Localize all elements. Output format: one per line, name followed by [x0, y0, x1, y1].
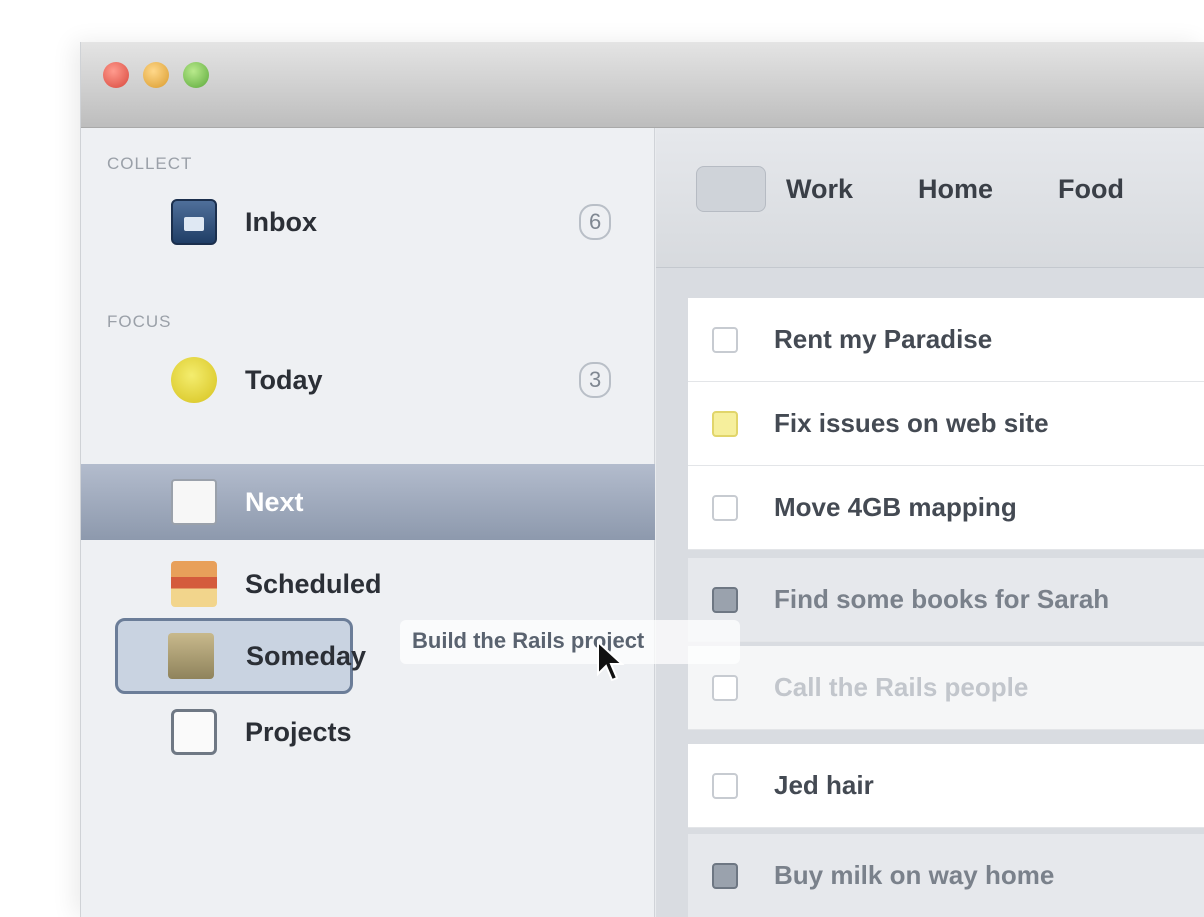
sidebar-item-label: Today	[245, 364, 323, 395]
sidebar-item-inbox[interactable]: Inbox 6	[81, 184, 655, 260]
tag-filter-button[interactable]	[696, 166, 766, 212]
tag-work[interactable]: Work	[786, 174, 853, 205]
sidebar-item-label: Next	[245, 486, 304, 517]
inbox-count-badge: 6	[579, 204, 612, 240]
document-icon	[171, 479, 217, 525]
app-window: COLLECT Inbox 6 FOCUS Today 3 Next Sched…	[80, 42, 1204, 917]
sidebar-item-next[interactable]: Next	[81, 464, 655, 540]
section-header-focus: FOCUS	[107, 312, 172, 331]
task-checkbox[interactable]	[712, 494, 738, 521]
sidebar-item-label: Someday	[246, 640, 367, 671]
task-checkbox[interactable]	[712, 772, 738, 799]
tag-home[interactable]: Home	[918, 174, 993, 205]
task-row[interactable]: Move 4GB mapping	[688, 466, 1204, 550]
task-title: Fix issues on web site	[774, 408, 1049, 438]
task-row-placeholder[interactable]: Call the Rails people	[688, 646, 1204, 730]
calendar-icon	[171, 561, 217, 607]
sidebar-item-scheduled[interactable]: Scheduled	[81, 546, 655, 622]
section-header-collect: COLLECT	[107, 154, 193, 173]
sidebar-item-label: Scheduled	[245, 568, 382, 599]
sidebar-item-someday[interactable]: Someday	[115, 618, 366, 694]
task-checkbox[interactable]	[712, 674, 738, 701]
sidebar: COLLECT Inbox 6 FOCUS Today 3 Next Sched…	[81, 128, 655, 917]
close-window-button[interactable]	[103, 62, 129, 88]
minimize-window-button[interactable]	[143, 62, 169, 88]
title-bar	[81, 42, 1204, 128]
dragged-task-ghost: Build the Rails project	[400, 620, 740, 664]
projects-icon	[171, 709, 217, 755]
inbox-icon	[171, 199, 217, 245]
task-row[interactable]: Rent my Paradise	[688, 298, 1204, 382]
task-row[interactable]: Buy milk on way home	[688, 834, 1204, 917]
star-icon	[171, 357, 217, 403]
task-title: Move 4GB mapping	[774, 492, 1017, 522]
task-row[interactable]: Find some books for Sarah	[688, 558, 1204, 642]
sidebar-item-today[interactable]: Today 3	[81, 342, 655, 418]
today-count-badge: 3	[579, 362, 612, 398]
archive-box-icon	[168, 633, 214, 679]
task-title: Call the Rails people	[774, 672, 1029, 702]
task-checkbox[interactable]	[712, 862, 738, 889]
pointer-arrow-icon	[597, 640, 625, 682]
sidebar-item-projects[interactable]: Projects	[81, 694, 655, 770]
task-title: Find some books for Sarah	[774, 584, 1110, 614]
task-title: Jed hair	[774, 770, 874, 800]
task-checkbox[interactable]	[712, 586, 738, 613]
task-title: Buy milk on way home	[774, 860, 1055, 890]
tag-food[interactable]: Food	[1058, 174, 1124, 205]
sidebar-item-label: Projects	[245, 716, 352, 747]
sidebar-item-label: Inbox	[245, 206, 317, 237]
task-row[interactable]: Jed hair	[688, 744, 1204, 828]
tag-bar: Work Home Food	[656, 128, 1204, 268]
task-checkbox[interactable]	[712, 410, 738, 437]
task-title: Rent my Paradise	[774, 324, 993, 354]
task-row[interactable]: Fix issues on web site	[688, 382, 1204, 466]
zoom-window-button[interactable]	[183, 62, 209, 88]
task-list-pane: Work Home Food Rent my Paradise Fix issu…	[656, 128, 1204, 917]
task-checkbox[interactable]	[712, 326, 738, 353]
